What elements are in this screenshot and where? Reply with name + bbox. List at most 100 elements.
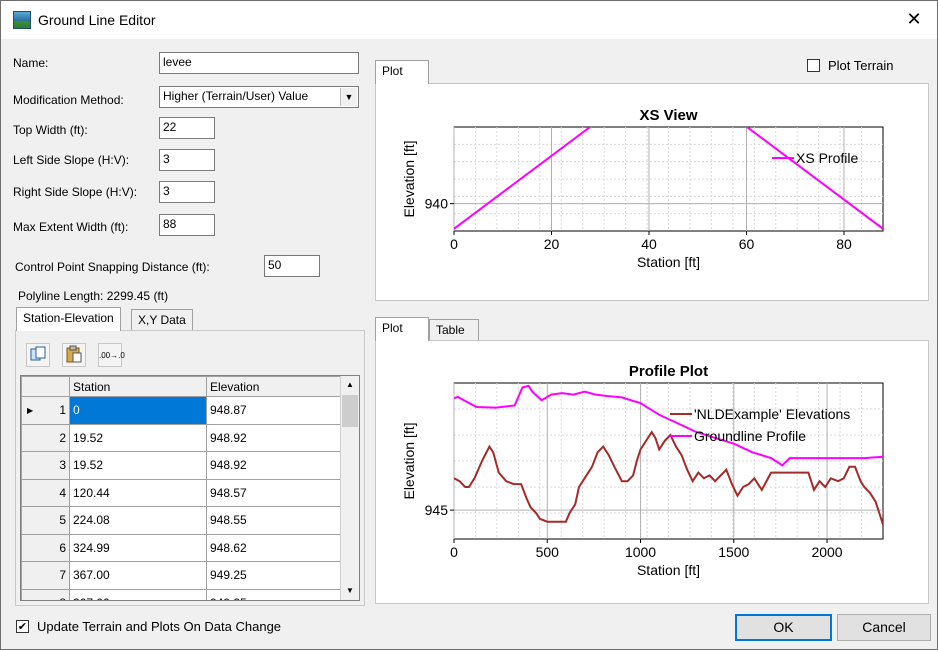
tab-xs-plot[interactable]: Plot bbox=[375, 60, 429, 84]
right-side-slope-label: Right Side Slope (H:V): bbox=[13, 185, 138, 199]
row-number[interactable]: 4 bbox=[21, 478, 70, 507]
x-tick-label: 1500 bbox=[718, 544, 749, 560]
table-row[interactable]: 3 19.52 948.92 bbox=[21, 451, 342, 480]
top-width-label: Top Width (ft): bbox=[13, 123, 88, 137]
y-axis-label: Elevation [ft] bbox=[401, 422, 417, 499]
x-tick-label: 2000 bbox=[811, 544, 842, 560]
elevation-cell[interactable]: 948.57 bbox=[206, 478, 342, 507]
profile-plot-chart: Profile Plot 0 500 1000 1500 2000 945 Station [… bbox=[401, 363, 884, 578]
plot-terrain-label: Plot Terrain bbox=[828, 58, 894, 73]
station-cell[interactable]: 224.08 bbox=[69, 506, 207, 535]
y-axis-label: Elevation [ft] bbox=[401, 140, 417, 217]
modification-method-select[interactable]: Higher (Terrain/User) Value ▼ bbox=[159, 86, 359, 108]
chart-title: Profile Plot bbox=[629, 363, 708, 380]
x-tick-label: 20 bbox=[544, 236, 560, 252]
window-title: Ground Line Editor bbox=[38, 12, 156, 28]
table-header-row: Station Elevation bbox=[21, 376, 342, 397]
chevron-down-icon[interactable]: ▼ bbox=[340, 88, 357, 106]
paste-button[interactable] bbox=[62, 343, 86, 367]
station-cell[interactable]: 367.00 bbox=[69, 588, 207, 600]
polyline-length: Polyline Length: 2299.45 (ft) bbox=[18, 289, 169, 303]
table-row[interactable]: 2 19.52 948.92 bbox=[21, 423, 342, 452]
row-number[interactable]: 7 bbox=[21, 561, 70, 590]
x-tick-label: 40 bbox=[641, 236, 657, 252]
station-cell[interactable]: 0 bbox=[69, 396, 207, 425]
table-row[interactable]: 7 367.00 949.25 bbox=[21, 561, 342, 590]
modification-method-value: Higher (Terrain/User) Value bbox=[163, 89, 309, 103]
station-cell[interactable]: 120.44 bbox=[69, 478, 207, 507]
column-header-station[interactable]: Station bbox=[69, 376, 207, 397]
copy-button[interactable] bbox=[26, 343, 50, 367]
legend-label: 'NLDExample' Elevations bbox=[694, 406, 850, 422]
row-header-corner bbox=[21, 376, 70, 397]
row-number[interactable]: 5 bbox=[21, 506, 70, 535]
tab-profile-table[interactable]: Table bbox=[429, 319, 479, 341]
update-terrain-label: Update Terrain and Plots On Data Change bbox=[37, 619, 282, 634]
update-terrain-checkbox[interactable]: ✔ bbox=[16, 620, 29, 633]
cancel-button[interactable]: Cancel bbox=[837, 614, 931, 641]
top-width-input[interactable]: 22 bbox=[159, 117, 215, 139]
elevation-cell[interactable]: 949.25 bbox=[206, 588, 342, 600]
tab-xy-data[interactable]: X,Y Data bbox=[131, 309, 193, 331]
elevation-cell[interactable]: 949.25 bbox=[206, 561, 342, 590]
ground-line-editor-window: Ground Line Editor ✕ Name: levee Modific… bbox=[0, 0, 938, 650]
y-tick-label: 940 bbox=[425, 196, 449, 212]
scroll-up-icon[interactable]: ▲ bbox=[341, 376, 359, 394]
plot-terrain-checkbox[interactable] bbox=[807, 59, 820, 72]
x-tick-label: 0 bbox=[450, 236, 458, 252]
elevation-cell[interactable]: 948.87 bbox=[206, 396, 342, 425]
scroll-thumb[interactable] bbox=[342, 395, 358, 427]
row-number-text: 1 bbox=[59, 403, 66, 418]
paste-icon bbox=[66, 345, 82, 363]
app-icon bbox=[13, 11, 31, 29]
station-cell[interactable]: 367.00 bbox=[69, 561, 207, 590]
legend-label: XS Profile bbox=[796, 150, 858, 166]
scroll-down-icon[interactable]: ▼ bbox=[341, 582, 359, 600]
name-label: Name: bbox=[13, 56, 49, 70]
close-button[interactable]: ✕ bbox=[891, 1, 937, 39]
row-number[interactable]: 3 bbox=[21, 451, 70, 480]
table-row[interactable]: 4 120.44 948.57 bbox=[21, 478, 342, 507]
chart-title: XS View bbox=[639, 107, 697, 124]
xs-plot-panel: XS View 0 20 40 60 80 940 Station [ft] Elevation… bbox=[375, 83, 929, 301]
station-cell[interactable]: 19.52 bbox=[69, 423, 207, 452]
x-tick-label: 500 bbox=[536, 544, 560, 560]
tab-profile-plot[interactable]: Plot bbox=[375, 317, 429, 341]
elevation-cell[interactable]: 948.62 bbox=[206, 533, 342, 562]
row-number[interactable]: 8 bbox=[21, 588, 70, 600]
y-tick-label: 945 bbox=[425, 502, 449, 518]
row-number[interactable]: 6 bbox=[21, 533, 70, 562]
elevation-cell[interactable]: 948.92 bbox=[206, 451, 342, 480]
decimal-places-icon: .00→.0 bbox=[99, 351, 125, 360]
legend-label: Groundline Profile bbox=[694, 428, 806, 444]
left-side-slope-label: Left Side Slope (H:V): bbox=[13, 153, 130, 167]
right-side-slope-input[interactable]: 3 bbox=[159, 181, 215, 203]
row-number[interactable]: ▶ 1 bbox=[21, 396, 70, 425]
elevation-cell[interactable]: 948.92 bbox=[206, 423, 342, 452]
current-row-icon: ▶ bbox=[27, 406, 34, 416]
ok-button[interactable]: OK bbox=[735, 614, 832, 641]
column-header-elevation[interactable]: Elevation bbox=[206, 376, 342, 397]
modification-method-label: Modification Method: bbox=[13, 93, 124, 107]
table-scrollbar[interactable]: ▲ ▼ bbox=[340, 376, 359, 600]
station-elevation-table[interactable]: Station Elevation ▶ 1 0 948.87 2 19.52 948.92 3… bbox=[20, 375, 360, 601]
x-axis-label: Station [ft] bbox=[637, 562, 700, 578]
x-tick-label: 1000 bbox=[625, 544, 656, 560]
row-number[interactable]: 2 bbox=[21, 423, 70, 452]
elevation-cell[interactable]: 948.55 bbox=[206, 506, 342, 535]
name-input[interactable]: levee bbox=[159, 52, 359, 74]
left-side-slope-input[interactable]: 3 bbox=[159, 149, 215, 171]
table-row[interactable]: 5 224.08 948.55 bbox=[21, 506, 342, 535]
max-extent-width-label: Max Extent Width (ft): bbox=[13, 220, 129, 234]
station-cell[interactable]: 324.99 bbox=[69, 533, 207, 562]
profile-plot-panel: Profile Plot 0 500 1000 1500 2000 945 Station [… bbox=[375, 340, 929, 604]
max-extent-width-input[interactable]: 88 bbox=[159, 214, 215, 236]
tab-station-elevation[interactable]: Station-Elevation bbox=[16, 307, 121, 331]
table-row[interactable]: ▶ 1 0 948.87 bbox=[21, 396, 342, 425]
x-tick-label: 60 bbox=[739, 236, 755, 252]
snap-distance-input[interactable]: 50 bbox=[264, 255, 320, 277]
table-row[interactable]: 6 324.99 948.62 bbox=[21, 533, 342, 562]
decimal-places-button[interactable]: .00→.0 bbox=[98, 343, 125, 367]
table-row[interactable]: 8367.00949.25 bbox=[21, 588, 342, 600]
station-cell[interactable]: 19.52 bbox=[69, 451, 207, 480]
